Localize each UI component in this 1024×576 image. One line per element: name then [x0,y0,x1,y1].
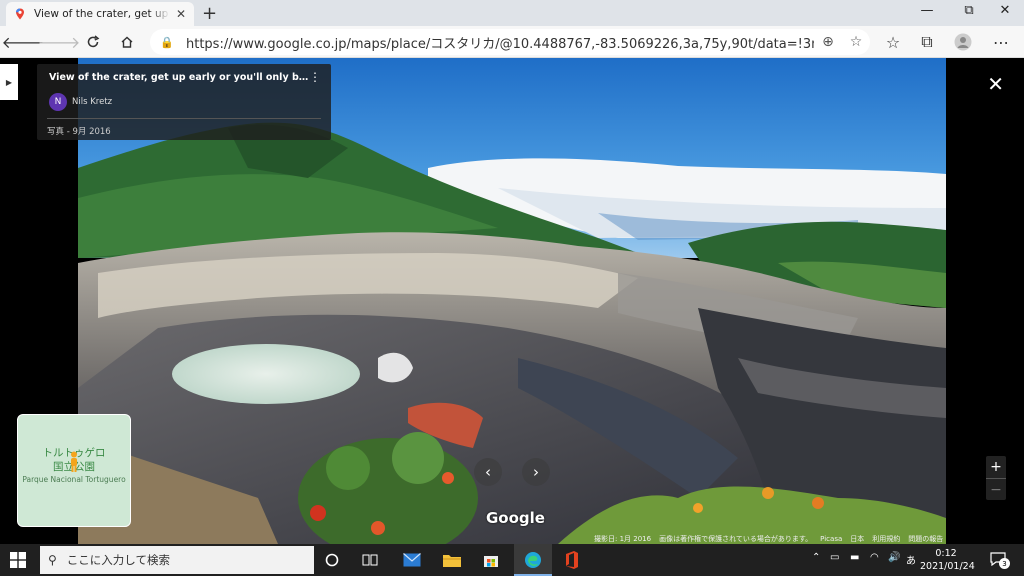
taskbar-search-box[interactable]: ⚲ ここに入力して検索 [40,546,314,574]
window-close-button[interactable]: ✕ [990,3,1020,18]
tab-close-icon[interactable]: ✕ [176,7,186,21]
google-logo: Google [486,509,545,527]
microsoft-store-icon[interactable] [479,548,503,572]
tab-title: View of the crater, get up early or you'… [34,8,170,20]
terms-link[interactable]: 利用規約 [872,534,900,544]
forward-icon[interactable]: 🡒 [38,31,81,53]
new-tab-button[interactable]: + [202,3,217,24]
close-icon[interactable]: ✕ [987,72,1004,96]
browser-toolbar: 🡐 🡒 🔒 https://www.google.co.jp/maps/plac… [0,26,1024,58]
cortana-icon[interactable] [320,548,344,572]
favorites-star-icon[interactable]: ☆ [842,34,870,50]
edge-browser-icon[interactable] [521,548,545,572]
sidebar-toggle-icon[interactable]: ▶ [0,64,18,100]
mail-icon[interactable] [400,548,424,572]
photo-title[interactable]: View of the crater, get up early or you'… [49,72,311,83]
provider-label[interactable]: Picasa [820,535,842,543]
lock-icon[interactable]: 🔒 [160,36,178,49]
clock-date: 2021/01/24 [920,561,975,572]
windows-start-icon[interactable] [10,552,26,568]
office-icon[interactable] [560,548,584,572]
report-problem-link[interactable]: 問題の報告 [908,534,943,544]
search-placeholder: ここに入力して検索 [66,553,170,567]
more-options-icon[interactable]: ⋮ [309,70,321,84]
minimap-label-es: Parque Nacional Tortuguero [22,475,126,484]
url-text[interactable]: https://www.google.co.jp/maps/place/コスタリ… [186,33,814,52]
photo-date: 写真 - 9月 2016 [47,127,111,137]
ime-indicator[interactable]: あ [906,552,916,567]
tab-google-maps[interactable]: View of the crater, get up early or you'… [6,2,194,26]
author-avatar[interactable]: N [49,93,67,111]
home-icon[interactable] [116,31,138,53]
maximize-button[interactable]: ⧉ [954,3,984,18]
clock-time: 0:12 [935,548,957,559]
minimap[interactable]: トルトゥゲロ 国立公園 Parque Nacional Tortuguero [17,414,131,527]
zoom-control: + − [986,456,1006,500]
wifi-icon[interactable]: ◠ [870,552,879,563]
refresh-icon[interactable] [82,31,104,53]
profile-avatar-icon[interactable] [952,31,974,53]
add-to-favorites-icon[interactable]: ⊕ [814,34,842,50]
browser-tab-bar: View of the crater, get up early or you'… [0,0,1024,26]
country-label[interactable]: 日本 [850,534,864,544]
taskbar-clock[interactable]: 0:12 2021/01/24 [920,547,975,573]
tray-overflow-icon[interactable]: ⌃ [812,552,820,563]
card-divider [47,118,321,119]
minimize-button[interactable]: — [912,3,942,18]
copyright-notice: 画像は著作権で保護されている場合があります。 [659,534,813,543]
zoom-in-button[interactable]: + [986,456,1006,478]
settings-more-icon[interactable]: ⋯ [990,31,1012,53]
battery-icon[interactable]: ▬ [850,552,859,563]
back-icon[interactable]: 🡐 [2,31,45,53]
meet-now-icon[interactable]: ▭ [830,552,839,563]
favorites-list-icon[interactable]: ☆ [882,31,904,53]
street-view-panel: ▶ View of the crater, get up early or yo… [0,58,1024,544]
notification-center-icon[interactable]: 3 [990,551,1010,569]
search-icon: ⚲ [48,553,57,567]
photo-info-card: View of the crater, get up early or you'… [37,64,331,140]
capture-date: 撮影日: 1月 2016 [594,534,652,543]
zoom-out-button[interactable]: − [986,478,1006,500]
attribution-bar: 撮影日: 1月 2016 画像は著作権で保護されている場合があります。 Pica… [590,533,1024,544]
file-explorer-icon[interactable] [440,548,464,572]
google-maps-icon [16,8,24,20]
pegman-icon[interactable] [68,451,80,473]
address-bar[interactable]: 🔒 https://www.google.co.jp/maps/place/コス… [150,29,870,55]
author-name[interactable]: Nils Kretz [72,97,112,107]
next-photo-button[interactable]: › [522,458,550,486]
volume-icon[interactable]: 🔊 [888,552,900,563]
previous-photo-button[interactable]: ‹ [474,458,502,486]
notification-count-badge: 3 [999,558,1010,569]
collections-icon[interactable]: ⧉ [916,31,938,53]
task-view-icon[interactable] [358,548,382,572]
windows-taskbar: ⚲ ここに入力して検索 ⌃ ▭ ▬ ◠ 🔊 あ 0:12 2021/01/24 … [0,544,1024,576]
